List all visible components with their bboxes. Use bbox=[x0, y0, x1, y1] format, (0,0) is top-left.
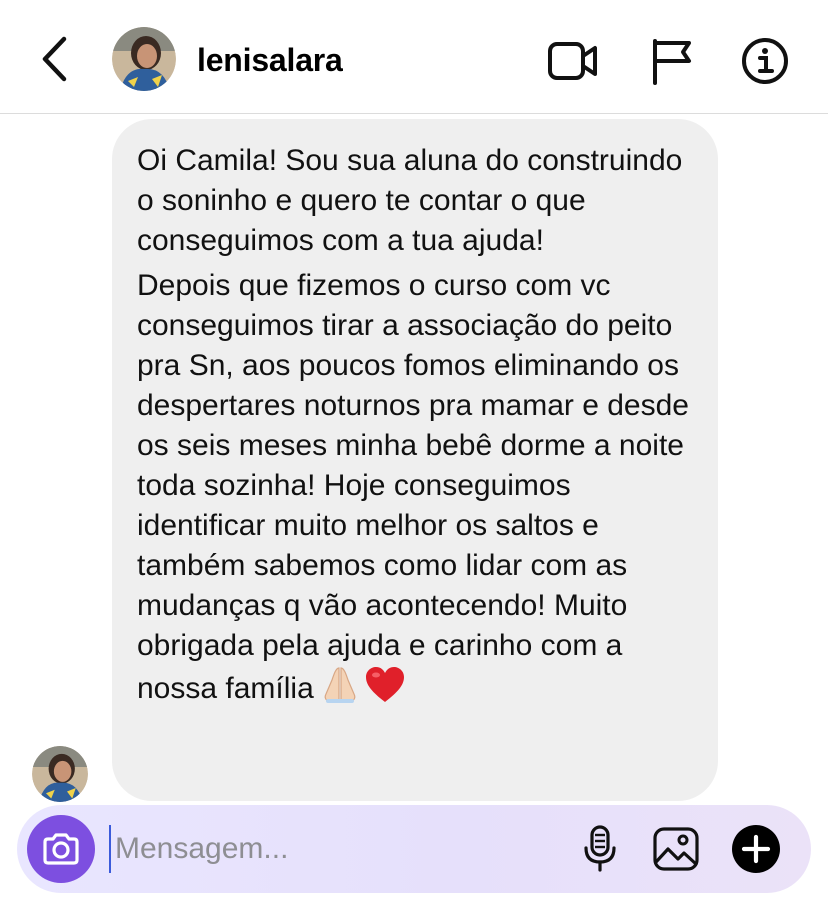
sender-avatar[interactable] bbox=[32, 746, 88, 802]
avatar[interactable] bbox=[112, 27, 176, 91]
chat-header: lenisalara bbox=[0, 0, 828, 114]
video-call-button[interactable] bbox=[546, 34, 600, 88]
back-button[interactable] bbox=[30, 34, 80, 84]
message-composer bbox=[17, 805, 811, 893]
report-button[interactable] bbox=[644, 34, 698, 88]
gallery-button[interactable] bbox=[650, 823, 702, 875]
red-heart-emoji-icon bbox=[365, 667, 404, 702]
voice-message-button[interactable] bbox=[574, 823, 626, 875]
emoji-group bbox=[320, 666, 406, 715]
camera-button[interactable] bbox=[27, 815, 95, 883]
camera-icon bbox=[43, 833, 79, 865]
flag-icon bbox=[653, 39, 691, 85]
chat-username[interactable]: lenisalara bbox=[197, 40, 343, 80]
microphone-icon bbox=[584, 825, 616, 872]
message-bubble[interactable]: Oi Camila! Sou sua aluna do construindo … bbox=[112, 119, 718, 801]
chevron-left-icon bbox=[42, 36, 67, 82]
image-icon bbox=[653, 827, 699, 871]
folded-hands-emoji-icon bbox=[324, 667, 356, 703]
message-paragraph: Oi Camila! Sou sua aluna do construindo … bbox=[137, 144, 683, 257]
avatar-photo bbox=[112, 27, 176, 91]
avatar-photo bbox=[32, 746, 88, 802]
video-camera-icon bbox=[548, 42, 597, 80]
info-icon bbox=[742, 38, 788, 84]
message-input[interactable] bbox=[109, 825, 549, 873]
chat-screen: lenisalara Oi Camila! Sou sua aluna do c… bbox=[0, 0, 828, 908]
message-text: Depois que fizemos o curso com vc conseg… bbox=[137, 269, 689, 705]
info-button[interactable] bbox=[738, 34, 792, 88]
plus-circle-icon bbox=[732, 825, 780, 873]
message-paragraph: Depois que fizemos o curso com vc conseg… bbox=[137, 266, 698, 715]
more-options-button[interactable] bbox=[730, 823, 782, 875]
